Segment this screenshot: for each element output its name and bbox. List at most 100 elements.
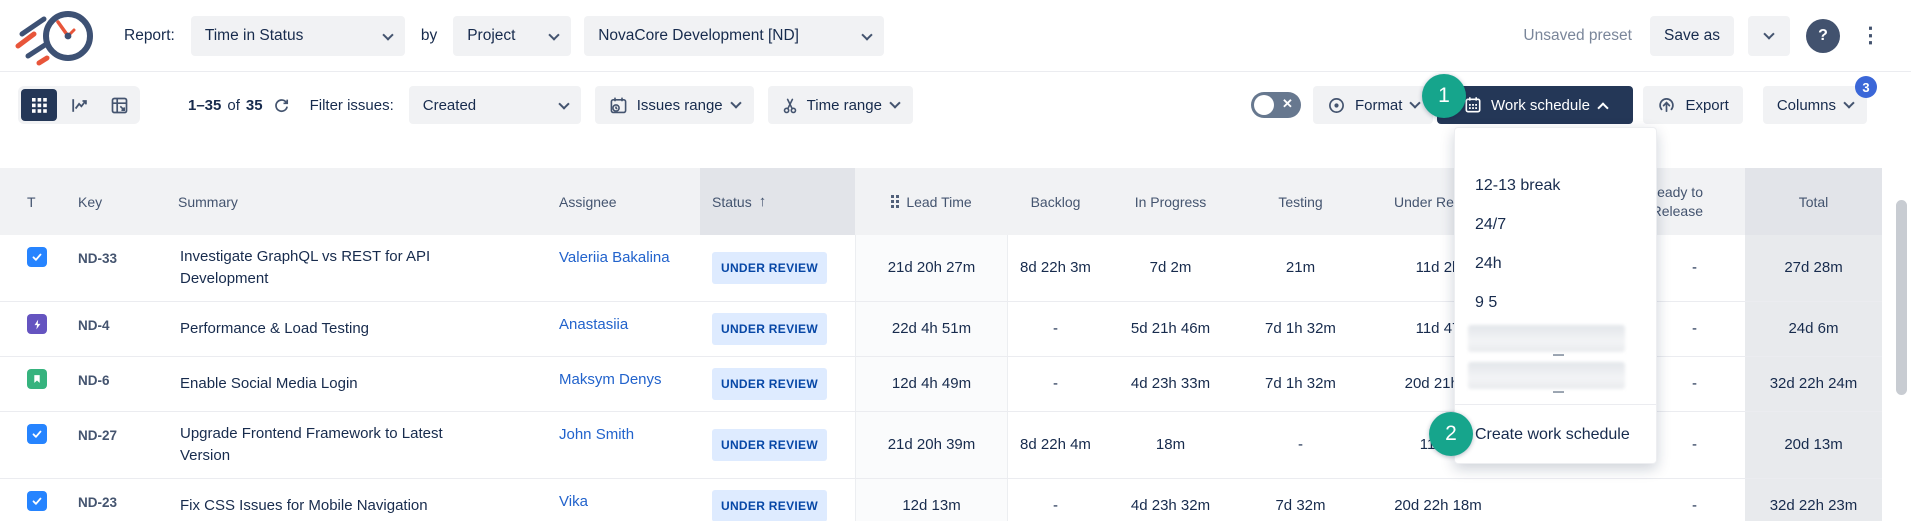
column-header-summary[interactable]: Summary xyxy=(178,168,555,235)
chevron-down-icon xyxy=(1843,97,1854,108)
column-header-backlog[interactable]: Backlog xyxy=(1008,168,1103,235)
issue-summary[interactable]: Upgrade Frontend Framework to Latest Ver… xyxy=(178,412,555,478)
issues-range-label: Issues range xyxy=(637,97,723,114)
column-header-in-progress[interactable]: In Progress xyxy=(1103,168,1238,235)
issue-key[interactable]: ND-4 xyxy=(70,302,178,356)
work-schedule-button[interactable]: Work schedule xyxy=(1437,86,1633,124)
preset-status-text: Unsaved preset xyxy=(1523,27,1632,45)
by-label: by xyxy=(421,27,437,45)
status-badge: UNDER REVIEW xyxy=(712,429,827,461)
scissors-icon xyxy=(782,97,798,114)
assignee-link[interactable]: Valeriia Bakalina xyxy=(559,247,670,269)
help-button[interactable]: ? xyxy=(1806,19,1840,53)
vertical-scrollbar[interactable] xyxy=(1896,200,1907,395)
testing-cell: - xyxy=(1238,412,1363,478)
columns-count-badge: 3 xyxy=(1855,76,1877,98)
column-header-assignee[interactable]: Assignee xyxy=(555,168,700,235)
testing-cell: 7d 32m xyxy=(1238,479,1363,521)
format-button[interactable]: Format xyxy=(1313,86,1434,124)
tutorial-step-1-badge: 1 xyxy=(1422,74,1466,118)
redacted-dash xyxy=(1553,391,1564,393)
work-schedule-label: Work schedule xyxy=(1491,97,1590,114)
column-header-status[interactable]: Status ↑ xyxy=(700,168,855,235)
drag-handle-icon[interactable] xyxy=(891,195,899,208)
project-select[interactable]: NovaCore Development [ND] xyxy=(584,16,884,56)
issue-summary[interactable]: Enable Social Media Login xyxy=(178,357,555,411)
total-cell: 24d 6m xyxy=(1745,302,1882,356)
more-menu-button[interactable]: ⋮ xyxy=(1852,21,1889,50)
toggle-x-icon: ✕ xyxy=(1282,96,1293,112)
total-cell: 20d 13m xyxy=(1745,412,1882,478)
export-button[interactable]: Export xyxy=(1643,86,1742,124)
create-work-schedule-item[interactable]: Create work schedule xyxy=(1455,413,1656,457)
grid-view-button[interactable] xyxy=(21,89,57,121)
in-progress-cell: 5d 21h 46m xyxy=(1103,302,1238,356)
save-as-button[interactable]: Save as xyxy=(1650,16,1734,56)
work-schedule-option[interactable]: 9 5 xyxy=(1455,283,1656,322)
work-schedule-option-redacted[interactable] xyxy=(1455,359,1656,396)
issue-assignee: Anastasiia xyxy=(555,302,700,356)
backlog-cell: - xyxy=(1008,479,1103,521)
assignee-link[interactable]: Maksym Denys xyxy=(559,369,662,391)
issue-key[interactable]: ND-33 xyxy=(70,235,178,301)
issue-status-cell: UNDER REVIEW xyxy=(700,357,855,411)
work-schedule-option[interactable]: 12-13 break xyxy=(1455,166,1656,205)
issue-summary[interactable]: Fix CSS Issues for Mobile Navigation xyxy=(178,479,555,521)
issue-assignee: Maksym Denys xyxy=(555,357,700,411)
column-header-lead-time[interactable]: Lead Time xyxy=(855,168,1008,235)
refresh-icon xyxy=(273,97,290,114)
column-header-total[interactable]: Total xyxy=(1745,168,1882,235)
issue-type-cell xyxy=(0,479,70,521)
pivot-view-button[interactable] xyxy=(101,89,137,121)
under-review-cell: 20d 22h 18m xyxy=(1363,479,1513,521)
chevron-down-icon xyxy=(549,29,560,40)
total-cell: 27d 28m xyxy=(1745,235,1882,301)
backlog-cell: - xyxy=(1008,357,1103,411)
status-badge: UNDER REVIEW xyxy=(712,368,827,400)
time-range-button[interactable]: Time range xyxy=(768,86,913,124)
work-schedule-option-redacted[interactable] xyxy=(1455,322,1656,359)
column-header-testing[interactable]: Testing xyxy=(1238,168,1363,235)
testing-cell: 21m xyxy=(1238,235,1363,301)
pagination-of: of xyxy=(227,97,240,114)
work-schedule-option[interactable]: 24/7 xyxy=(1455,205,1656,244)
in-progress-cell: 7d 2m xyxy=(1103,235,1238,301)
toggle-switch-off[interactable]: ✕ xyxy=(1251,92,1301,118)
issue-summary[interactable]: Performance & Load Testing xyxy=(178,302,555,356)
report-toolbar: 1–35 of 35 Filter issues: Created Issue xyxy=(0,86,1911,124)
backlog-cell: 8d 22h 4m xyxy=(1008,412,1103,478)
save-options-button[interactable] xyxy=(1748,16,1790,56)
issue-key[interactable]: ND-23 xyxy=(70,479,178,521)
filter-field-select[interactable]: Created xyxy=(409,86,581,124)
pagination-total: 35 xyxy=(246,97,263,114)
issue-summary[interactable]: Investigate GraphQL vs REST for API Deve… xyxy=(178,235,555,301)
issue-key[interactable]: ND-27 xyxy=(70,412,178,478)
table-row[interactable]: ND-23 Fix CSS Issues for Mobile Navigati… xyxy=(0,479,1882,521)
export-label: Export xyxy=(1685,97,1728,114)
work-schedule-option[interactable]: 24h xyxy=(1455,244,1656,283)
lead-time-cell: 22d 4h 51m xyxy=(855,302,1008,356)
backlog-cell: 8d 22h 3m xyxy=(1008,235,1103,301)
chart-view-button[interactable] xyxy=(61,89,97,121)
assignee-link[interactable]: John Smith xyxy=(559,424,634,446)
in-progress-cell: 4d 23h 32m xyxy=(1103,479,1238,521)
column-header-type[interactable]: T xyxy=(0,168,70,235)
issues-range-button[interactable]: Issues range xyxy=(595,86,754,124)
issue-status-cell: UNDER REVIEW xyxy=(700,302,855,356)
refresh-button[interactable] xyxy=(273,97,290,114)
chevron-down-icon xyxy=(889,97,900,108)
column-header-key[interactable]: Key xyxy=(70,168,178,235)
scope-select[interactable]: Project xyxy=(453,16,571,56)
issue-key[interactable]: ND-6 xyxy=(70,357,178,411)
report-type-value: Time in Status xyxy=(205,27,304,45)
total-cell: 32d 22h 23m xyxy=(1745,479,1882,521)
report-type-select[interactable]: Time in Status xyxy=(191,16,405,56)
status-badge: UNDER REVIEW xyxy=(712,313,827,345)
redacted-blur xyxy=(1468,362,1625,389)
issue-status-cell: UNDER REVIEW xyxy=(700,235,855,301)
assignee-link[interactable]: Anastasiia xyxy=(559,314,628,336)
assignee-link[interactable]: Vika xyxy=(559,491,588,513)
status-badge: UNDER REVIEW xyxy=(712,252,827,284)
issue-assignee: John Smith xyxy=(555,412,700,478)
columns-button[interactable]: Columns 3 xyxy=(1763,86,1867,124)
